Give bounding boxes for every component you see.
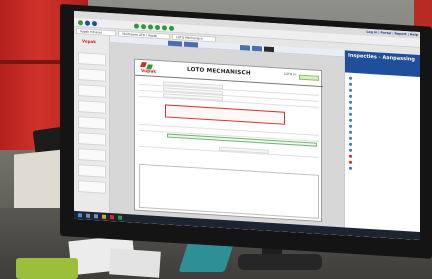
right-panel-item[interactable] <box>349 88 354 94</box>
bullet-icon <box>349 100 352 104</box>
sidebar-item-5[interactable] <box>78 116 106 130</box>
right-panel-item[interactable] <box>349 154 354 160</box>
loto-form: Vopak LOTO MECHANISCH LOTO nr. <box>134 58 323 223</box>
bullet-icon <box>349 130 352 134</box>
refresh-icon[interactable] <box>78 20 83 26</box>
right-panel-item[interactable] <box>349 148 354 154</box>
right-panel-item[interactable] <box>349 124 354 130</box>
report-link[interactable]: Report <box>394 31 406 36</box>
form-status-field[interactable] <box>299 74 319 81</box>
help-link[interactable]: Help <box>410 32 418 37</box>
desk-document-2 <box>109 248 161 278</box>
monitor: Log in | Portal | Report | Help Vopak In… <box>60 4 432 259</box>
back-icon[interactable] <box>85 20 90 26</box>
right-panel-title: Inspecties - Aanpassing <box>348 52 415 63</box>
login-link[interactable]: Log in <box>366 30 377 35</box>
taskbar-app-icon[interactable] <box>118 215 122 220</box>
bullet-icon <box>349 82 352 86</box>
right-panel-item[interactable] <box>349 118 354 124</box>
right-panel-item[interactable] <box>349 166 354 172</box>
taskbar-app-icon[interactable] <box>94 214 98 219</box>
sidebar-item-2[interactable] <box>78 68 106 82</box>
portal-link[interactable]: Portal <box>381 31 392 36</box>
bullet-icon <box>349 106 352 110</box>
right-panel-header: Inspecties - Aanpassing <box>345 50 420 78</box>
right-panel: Inspecties - Aanpassing <box>344 50 420 241</box>
left-sidebar: Vopak <box>74 33 110 222</box>
bullet-icon <box>349 112 352 116</box>
sidebar-item-6[interactable] <box>78 132 106 146</box>
right-panel-item[interactable] <box>349 76 354 82</box>
tool-button-3[interactable] <box>240 45 250 51</box>
tool-button-5[interactable] <box>264 46 274 53</box>
taskbar-app-icon[interactable] <box>86 213 90 218</box>
sidebar-logo: Vopak <box>82 38 96 45</box>
sidebar-item-7[interactable] <box>78 148 106 162</box>
form-row-field[interactable] <box>219 146 269 154</box>
bullet-icon <box>349 166 352 170</box>
start-icon[interactable] <box>78 213 82 218</box>
form-title: LOTO MECHANISCH <box>187 66 251 77</box>
forward-icon[interactable] <box>92 20 97 27</box>
right-panel-item[interactable] <box>349 142 354 148</box>
app-icon-3[interactable] <box>148 24 153 30</box>
sidebar-item-4[interactable] <box>78 100 106 114</box>
tool-button-4[interactable] <box>252 45 262 52</box>
sidebar-item-1[interactable] <box>78 52 106 66</box>
document-area: Vopak LOTO MECHANISCH LOTO nr. <box>110 43 344 236</box>
sidebar-item-9[interactable] <box>78 180 106 194</box>
right-panel-item[interactable] <box>349 112 354 118</box>
app-icon-5[interactable] <box>162 25 167 31</box>
right-panel-item[interactable] <box>349 136 354 142</box>
right-panel-item[interactable] <box>349 130 354 136</box>
app-icon-2[interactable] <box>141 23 146 30</box>
bullet-icon <box>349 142 352 146</box>
taskbar-app-icon[interactable] <box>102 214 106 219</box>
bullet-icon <box>349 88 352 92</box>
bullet-icon <box>349 154 352 158</box>
right-panel-item[interactable] <box>349 100 354 106</box>
bullet-icon <box>349 160 352 164</box>
green-item <box>16 258 78 279</box>
form-number-label: LOTO nr. <box>284 71 297 77</box>
right-panel-item[interactable] <box>349 82 354 88</box>
tool-button-1[interactable] <box>168 40 182 47</box>
bullet-icon <box>349 124 352 128</box>
right-panel-item[interactable] <box>349 160 354 166</box>
bullet-icon <box>349 148 352 152</box>
bullet-icon <box>349 94 352 98</box>
bullet-icon <box>349 76 352 80</box>
app-icon-4[interactable] <box>155 24 160 31</box>
right-panel-item[interactable] <box>349 94 354 100</box>
form-footer-section <box>139 163 319 219</box>
app-icon-1[interactable] <box>134 23 139 29</box>
bullet-icon <box>349 118 352 122</box>
tool-button-2[interactable] <box>184 41 198 48</box>
right-panel-item[interactable] <box>349 106 354 112</box>
sidebar-item-3[interactable] <box>78 84 106 98</box>
taskbar-app-icon[interactable] <box>110 215 114 220</box>
app-icon-6[interactable] <box>169 25 174 31</box>
bullet-icon <box>349 136 352 140</box>
monitor-stand-base <box>238 254 322 270</box>
form-brand: Vopak <box>141 68 157 75</box>
sidebar-item-8[interactable] <box>78 164 106 178</box>
screen: Log in | Portal | Report | Help Vopak In… <box>74 10 420 241</box>
